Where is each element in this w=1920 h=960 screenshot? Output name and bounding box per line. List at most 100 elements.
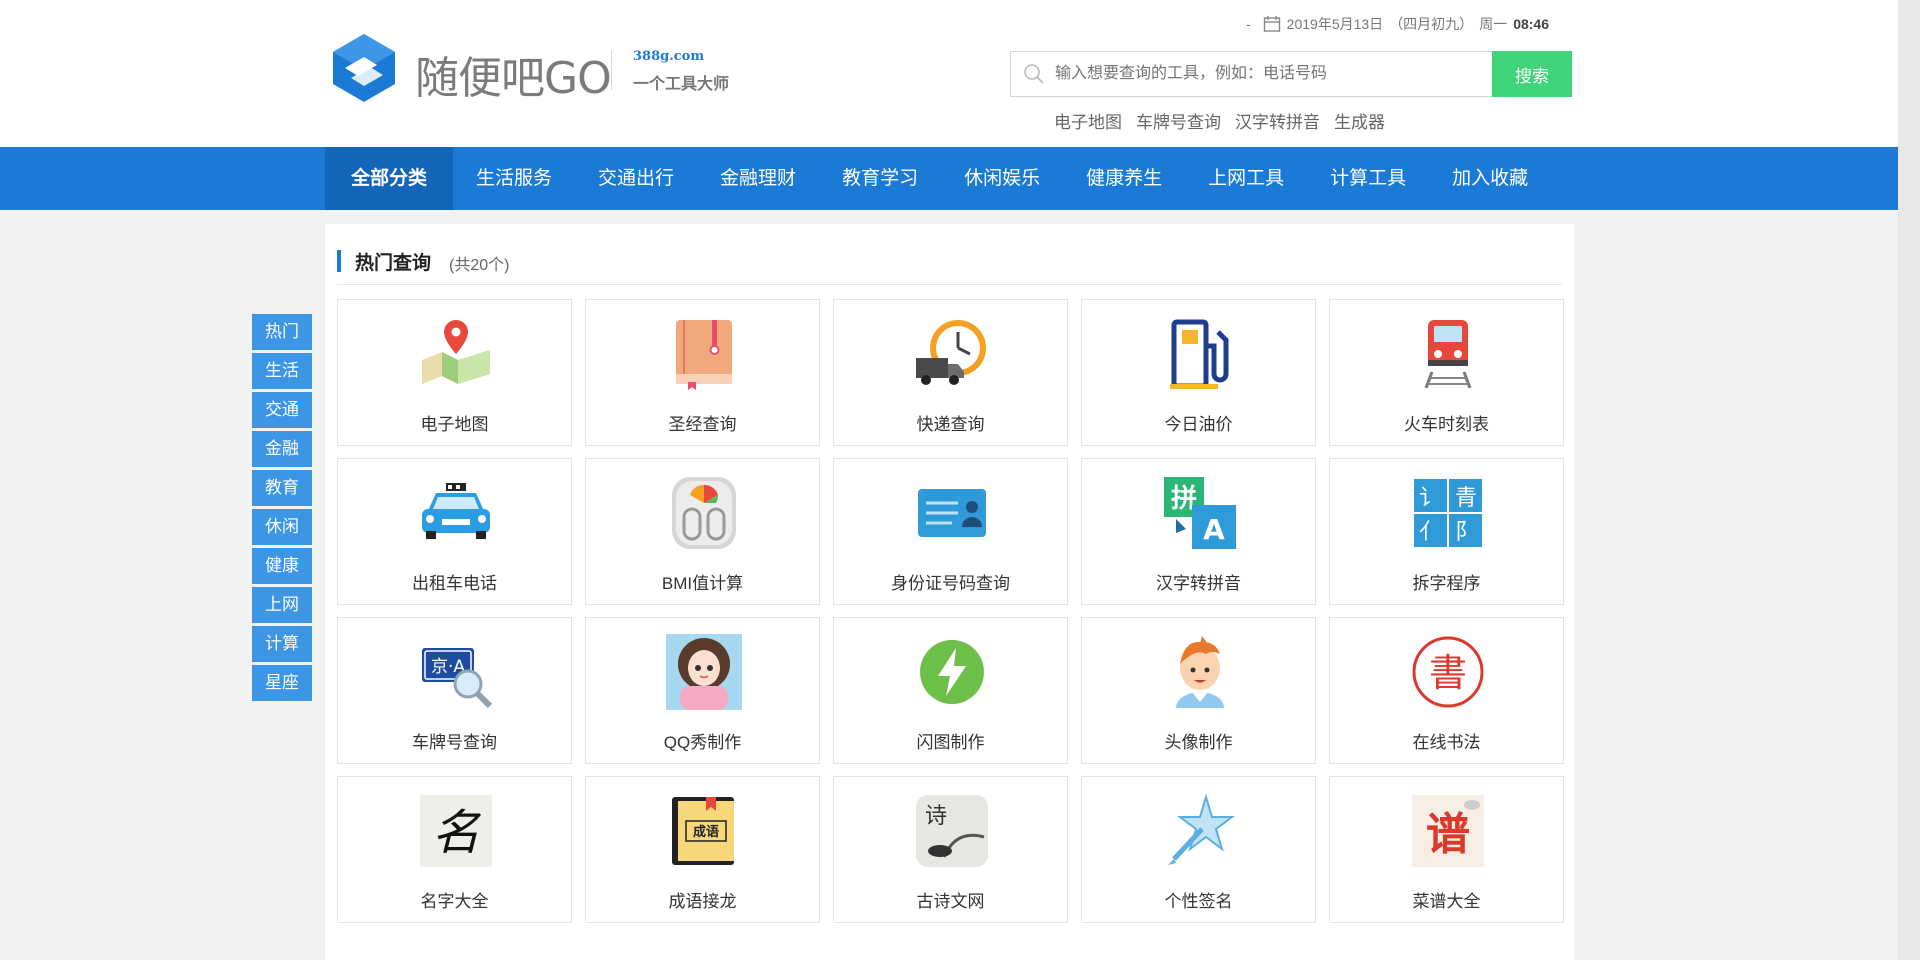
hot-link[interactable]: 汉字转拼音 (1235, 108, 1320, 133)
nav-item-favorite[interactable]: 加入收藏 (1429, 147, 1551, 210)
qq-show-avatar-icon (666, 634, 742, 710)
tool-card-map[interactable]: 电子地图 (337, 299, 572, 446)
tool-card-bmi[interactable]: BMI值计算 (585, 458, 820, 605)
tool-card-idcard[interactable]: 身份证号码查询 (833, 458, 1068, 605)
nav-item-traffic[interactable]: 交通出行 (575, 147, 697, 210)
section-title: 热门查询 (355, 253, 432, 274)
nav-item-leisure[interactable]: 休闲娱乐 (941, 147, 1063, 210)
tool-card-calligraphy[interactable]: 書 在线书法 (1329, 617, 1564, 764)
section-accent-bar (337, 250, 341, 272)
side-nav-item[interactable]: 上网 (252, 587, 312, 623)
tool-card-plate[interactable]: 京·A 车牌号查询 (337, 617, 572, 764)
side-nav-item[interactable]: 交通 (252, 392, 312, 428)
nav-item-all[interactable]: 全部分类 (325, 147, 454, 210)
site-logo[interactable]: 随便吧GO 388g.com 一个工具大师 (331, 32, 731, 104)
side-nav-item[interactable]: 健康 (252, 548, 312, 584)
nav-item-life[interactable]: 生活服务 (453, 147, 575, 210)
logo-name: 随便吧GO (415, 53, 612, 104)
tool-card-signature[interactable]: 个性签名 (1081, 776, 1316, 923)
side-nav-item[interactable]: 星座 (252, 665, 312, 701)
bible-book-icon (676, 320, 732, 390)
icon-text: A (1203, 513, 1225, 546)
lightning-icon (920, 640, 984, 704)
search-button[interactable]: 搜索 (1492, 51, 1572, 97)
nav-item-finance[interactable]: 金融理财 (697, 147, 819, 210)
side-nav-item[interactable]: 计算 (252, 626, 312, 662)
tool-label: 菜谱大全 (1412, 892, 1481, 911)
tool-grid: 电子地图 圣经查询 快递查询 今日油价 火车时刻表 出租车电话 BMI值计算 身… (337, 299, 1564, 923)
side-nav-item[interactable]: 热门 (252, 314, 312, 350)
date-time: - 2019年5月13日 （四月初九） 周一 08:46 (1246, 14, 1549, 34)
icon-text: 讠 (1419, 486, 1441, 511)
hot-search-links: 电子地图 车牌号查询 汉字转拼音 生成器 (1054, 108, 1385, 133)
tool-label: QQ秀制作 (663, 733, 742, 752)
nav-item-education[interactable]: 教育学习 (819, 147, 941, 210)
ancient-poetry-icon: 诗 (916, 795, 988, 867)
fuel-pump-icon (1170, 319, 1229, 389)
side-nav: 热门 生活 交通 金融 教育 休闲 健康 上网 计算 星座 (252, 314, 312, 704)
tool-label: 个性签名 (1164, 892, 1233, 911)
tool-card-train[interactable]: 火车时刻表 (1329, 299, 1564, 446)
page-header: 随便吧GO 388g.com 一个工具大师 - 2019年5月13日 （四月初九… (0, 0, 1898, 147)
logo-divider (611, 50, 612, 90)
side-nav-item[interactable]: 休闲 (252, 509, 312, 545)
name-calligraphy-icon: 名 (420, 795, 492, 867)
calendar-icon (1263, 16, 1280, 32)
side-nav-item[interactable]: 金融 (252, 431, 312, 467)
search-icon (1024, 64, 1044, 84)
side-nav-item[interactable]: 教育 (252, 470, 312, 506)
tool-label: 拆字程序 (1412, 574, 1481, 593)
tool-card-taxi[interactable]: 出租车电话 (337, 458, 572, 605)
tool-card-avatar[interactable]: 头像制作 (1081, 617, 1316, 764)
tool-card-names[interactable]: 名 名字大全 (337, 776, 572, 923)
hot-link[interactable]: 生成器 (1334, 108, 1385, 133)
lunar-date: （四月初九） (1389, 16, 1474, 32)
split-character-icon: 讠 青 亻 阝 (1414, 479, 1482, 547)
nav-item-health[interactable]: 健康养生 (1063, 147, 1185, 210)
tool-label: 汉字转拼音 (1156, 574, 1241, 593)
tool-card-oil[interactable]: 今日油价 (1081, 299, 1316, 446)
tool-label: 圣经查询 (668, 415, 737, 434)
tool-card-recipe[interactable]: 谱 菜谱大全 (1329, 776, 1564, 923)
tool-label: 名字大全 (420, 892, 489, 911)
icon-text: 亻 (1419, 520, 1441, 545)
weekday: 周一 (1479, 16, 1508, 32)
tool-label: 火车时刻表 (1404, 415, 1489, 434)
date-prefix: - (1246, 16, 1251, 32)
scrollbar-track[interactable] (1898, 0, 1920, 960)
tool-card-express[interactable]: 快递查询 (833, 299, 1068, 446)
license-plate-search-icon: 京·A (422, 648, 493, 709)
icon-text: 谱 (1426, 809, 1470, 860)
icon-text: 名 (432, 805, 482, 861)
tool-card-qqshow[interactable]: QQ秀制作 (585, 617, 820, 764)
tool-label: 古诗文网 (916, 892, 985, 911)
tool-card-bible[interactable]: 圣经查询 (585, 299, 820, 446)
main-nav: 全部分类 生活服务 交通出行 金融理财 教育学习 休闲娱乐 健康养生 上网工具 … (0, 147, 1898, 210)
search-bar: 搜索 (1010, 51, 1572, 97)
tool-label: 出租车电话 (412, 574, 497, 593)
main-content: 热门查询 (共20个) 电子地图 圣经查询 快递查询 今日油价 火车时刻表 出租… (325, 224, 1574, 960)
clock-time: 08:46 (1513, 16, 1549, 32)
tool-label: 成语接龙 (668, 892, 737, 911)
icon-text: 青 (1455, 486, 1477, 511)
tool-card-split[interactable]: 讠 青 亻 阝 拆字程序 (1329, 458, 1564, 605)
tool-card-idiom[interactable]: 成语 成语接龙 (585, 776, 820, 923)
side-nav-item[interactable]: 生活 (252, 353, 312, 389)
tool-label: 头像制作 (1164, 733, 1233, 752)
hot-link[interactable]: 电子地图 (1054, 108, 1122, 133)
search-input[interactable] (1053, 64, 1457, 84)
nav-item-calculate[interactable]: 计算工具 (1307, 147, 1429, 210)
taxi-icon (422, 483, 490, 539)
tool-card-poetry[interactable]: 诗 古诗文网 (833, 776, 1068, 923)
idiom-book-icon: 成语 (672, 797, 734, 865)
tool-card-flash[interactable]: 闪图制作 (833, 617, 1068, 764)
tool-label: 在线书法 (1412, 733, 1481, 752)
section-header: 热门查询 (共20个) (337, 248, 1562, 285)
hot-link[interactable]: 车牌号查询 (1136, 108, 1221, 133)
delivery-truck-clock-icon (916, 320, 986, 385)
logo-domain: 388g.com (633, 49, 705, 64)
nav-item-internet[interactable]: 上网工具 (1185, 147, 1307, 210)
search-box (1010, 51, 1492, 97)
tool-card-pinyin[interactable]: 拼 A 汉字转拼音 (1081, 458, 1316, 605)
tool-label: 今日油价 (1164, 415, 1233, 434)
